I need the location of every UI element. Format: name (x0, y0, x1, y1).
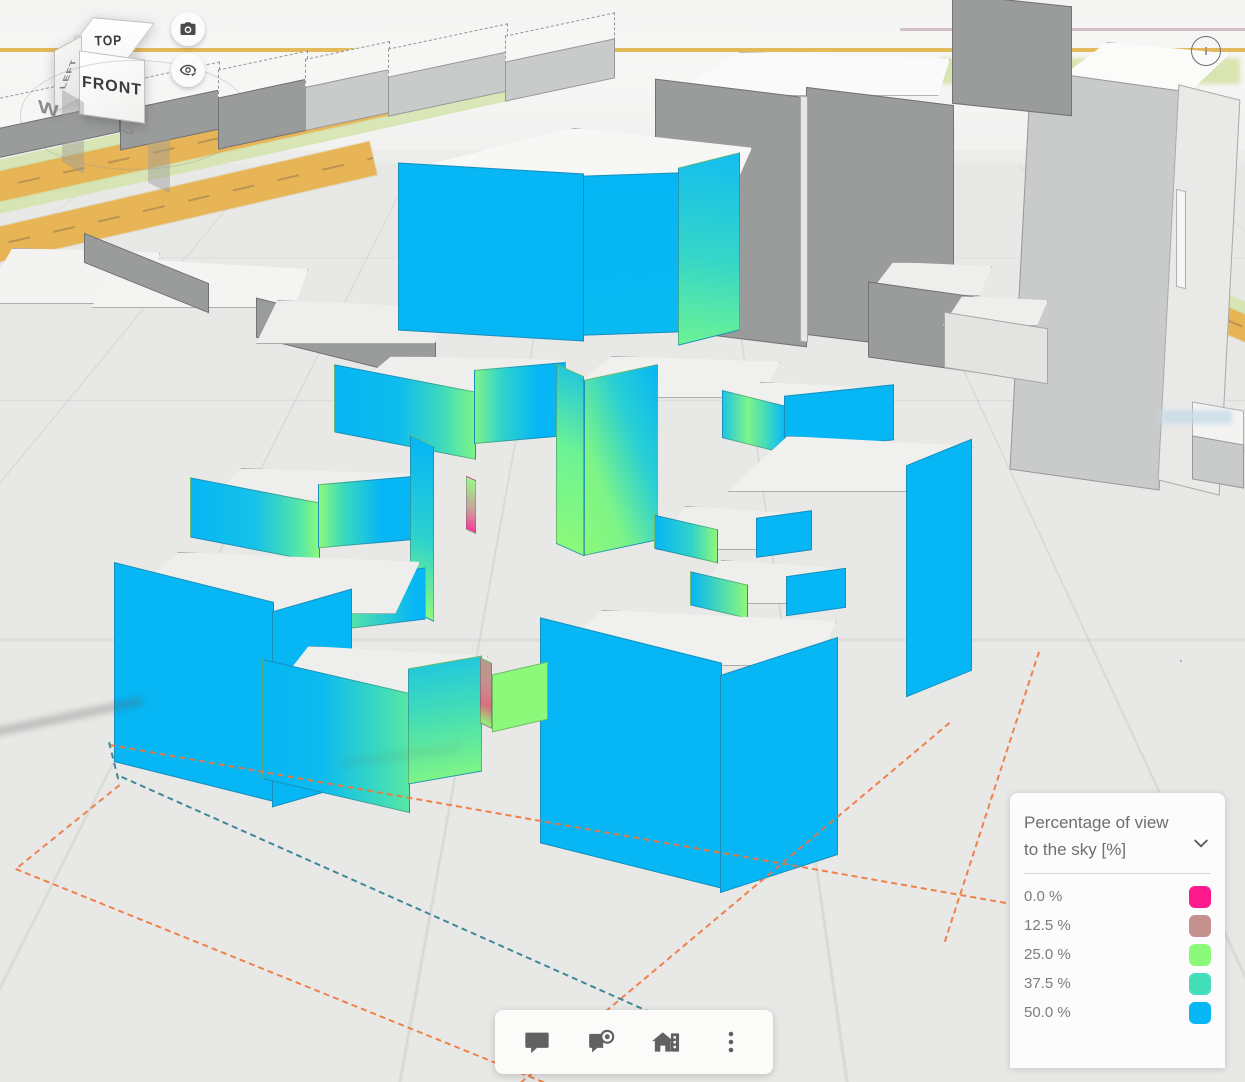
legend-panel[interactable]: Percentage of view to the sky [%] 0.0 % 1… (1010, 793, 1225, 1068)
analysed-facade[interactable] (474, 362, 566, 444)
legend-header: Percentage of view to the sky [%] (1024, 809, 1211, 863)
house-building-icon (651, 1028, 681, 1056)
more-options-button[interactable] (708, 1019, 754, 1065)
camera-icon (179, 20, 197, 38)
legend-row-swatch (1189, 886, 1211, 908)
context-building (800, 96, 808, 343)
legend-title: Percentage of view to the sky [%] (1024, 809, 1187, 863)
analysed-facade[interactable] (756, 510, 812, 558)
analysed-facade[interactable] (318, 476, 416, 549)
water-patch (0, 446, 50, 462)
three-dot-vertical-icon (719, 1029, 743, 1055)
water-patch (1160, 410, 1232, 424)
legend-row[interactable]: 0.0 % (1024, 882, 1211, 911)
legend-rows: 0.0 % 12.5 % 25.0 % 37.5 % 50.0 % (1024, 882, 1211, 1027)
compass-tick (148, 107, 170, 194)
legend-divider (1024, 873, 1211, 874)
analysed-facade[interactable] (480, 657, 492, 729)
view-comment-button[interactable] (579, 1019, 625, 1065)
legend-row-label: 25.0 % (1024, 946, 1071, 963)
compass-tick (62, 90, 84, 175)
legend-row-swatch (1189, 915, 1211, 937)
eye-check-icon (179, 61, 197, 79)
analysed-facade[interactable] (398, 162, 584, 341)
legend-row-label: 50.0 % (1024, 1004, 1071, 1021)
bottom-toolbar[interactable] (495, 1010, 773, 1074)
chevron-down-icon (1191, 833, 1211, 853)
info-button[interactable] (1191, 36, 1221, 66)
legend-collapse-button[interactable] (1191, 833, 1211, 858)
view-cube-top-label: TOP (95, 32, 123, 49)
buildings-button[interactable] (643, 1019, 689, 1065)
speech-bubble-icon (523, 1028, 551, 1056)
legend-row-swatch (1189, 944, 1211, 966)
legend-row[interactable]: 12.5 % (1024, 911, 1211, 940)
analysed-facade[interactable] (584, 364, 658, 556)
context-building (1192, 435, 1244, 488)
analysed-facade[interactable] (1180, 660, 1182, 662)
analysed-facade[interactable] (906, 439, 972, 698)
legend-row-label: 0.0 % (1024, 888, 1062, 905)
context-building (1010, 69, 1181, 490)
legend-row-label: 37.5 % (1024, 975, 1071, 992)
analysed-facade[interactable] (556, 364, 584, 556)
analysed-facade[interactable] (408, 655, 482, 784)
analysed-facade[interactable] (114, 562, 274, 802)
analysed-facade[interactable] (583, 172, 679, 335)
context-building (952, 0, 1072, 116)
3d-viewport[interactable]: BACK RIGHT TOP LEFT FRONT W S (0, 0, 1245, 1082)
info-icon (1198, 43, 1214, 59)
analysed-facade[interactable] (786, 568, 846, 616)
legend-row-swatch (1189, 1002, 1211, 1024)
compass-label-south: S (120, 116, 135, 140)
legend-row[interactable]: 37.5 % (1024, 969, 1211, 998)
legend-row-label: 12.5 % (1024, 917, 1071, 934)
analysed-facade[interactable] (678, 152, 740, 345)
visibility-button[interactable] (171, 53, 205, 87)
speech-bubble-eye-icon (588, 1028, 616, 1056)
context-building (1176, 189, 1186, 289)
legend-row[interactable]: 25.0 % (1024, 940, 1211, 969)
analysed-facade[interactable] (466, 476, 476, 534)
comment-button[interactable] (514, 1019, 560, 1065)
camera-button[interactable] (171, 12, 205, 46)
legend-row[interactable]: 50.0 % (1024, 998, 1211, 1027)
legend-row-swatch (1189, 973, 1211, 995)
